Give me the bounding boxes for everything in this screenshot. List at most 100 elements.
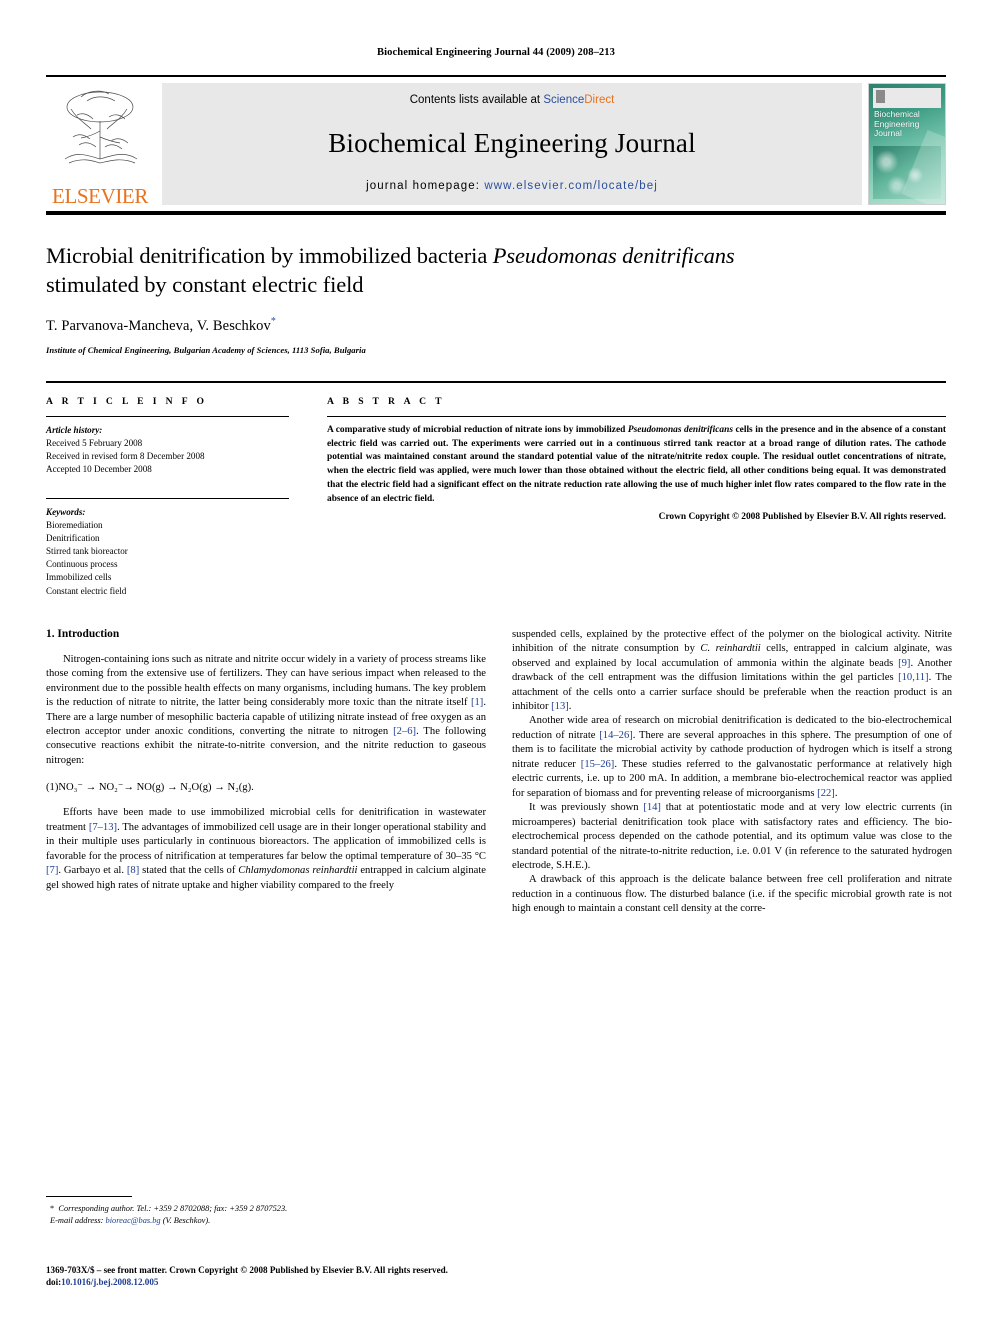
title-text-part1: Microbial denitrification by immobilized… — [46, 243, 493, 268]
keyword-item: Stirred tank bioreactor — [46, 546, 128, 557]
info-divider-middle — [46, 497, 289, 499]
abstract-part2: cells in the presence and in the absence… — [327, 424, 946, 504]
journal-homepage-line: journal homepage: www.elsevier.com/locat… — [366, 180, 658, 192]
abstract-column: A B S T R A C T A comparative study of m… — [327, 396, 946, 598]
p2-species-name: Chlamydomonas reinhardtii — [238, 865, 358, 877]
title-block: Microbial denitrification by immobilized… — [46, 241, 946, 355]
cover-logo-mark — [876, 90, 885, 103]
doi-label: doi: — [46, 1277, 62, 1287]
citation-ref[interactable]: [7–13] — [89, 822, 117, 833]
citation-ref[interactable]: [13] — [551, 701, 569, 712]
keyword-item: Bioremediation — [46, 519, 103, 530]
abstract-text: A comparative study of microbial reducti… — [327, 424, 946, 507]
citation-ref[interactable]: [9] — [898, 658, 910, 669]
journal-banner: Contents lists available at ScienceDirec… — [162, 83, 862, 205]
equation-1: (1)NO₃⁻ → NO₂⁻→ NO(g) → N₂O(g) → N₂(g). — [46, 782, 254, 794]
masthead-bottom-rule — [46, 211, 946, 215]
paragraph-intro-1: Nitrogen-containing ions such as nitrate… — [46, 653, 486, 769]
homepage-label: journal homepage: — [366, 180, 485, 192]
contents-label: Contents lists available at — [409, 94, 544, 106]
p5-text-a: It was previously shown — [529, 802, 644, 814]
paragraph-intro-3: suspended cells, explained by the protec… — [512, 628, 952, 715]
article-info-column: A R T I C L E I N F O Article history: R… — [46, 396, 289, 598]
homepage-url-link[interactable]: www.elsevier.com/locate/bej — [484, 180, 658, 192]
article-page: Biochemical Engineering Journal 44 (2009… — [0, 0, 992, 1323]
p2-text-c: . Garbayo et al. — [58, 865, 127, 877]
history-accepted: Accepted 10 December 2008 — [46, 464, 152, 475]
abstract-divider — [327, 415, 946, 417]
citation-ref[interactable]: [7] — [46, 865, 58, 876]
cover-title-text: Biochemical Engineering Journal — [874, 109, 920, 139]
keyword-item: Denitrification — [46, 532, 100, 543]
section-heading-introduction: 1. Introduction — [46, 627, 120, 640]
citation-ref[interactable]: [1] — [471, 697, 483, 708]
body-left-column: 1. Introduction Nitrogen-containing ions… — [46, 628, 486, 917]
body-right-column: suspended cells, explained by the protec… — [512, 628, 952, 917]
email-person: (V. Beschkov). — [162, 1215, 211, 1225]
sciencedirect-link-direct[interactable]: Direct — [584, 94, 614, 106]
title-species-name: Pseudomonas denitrificans — [492, 243, 735, 268]
article-history: Article history: Received 5 February 200… — [46, 424, 289, 477]
sciencedirect-link-science[interactable]: Science — [543, 94, 584, 106]
elsevier-tree-icon — [64, 90, 138, 164]
footnote-block: * Corresponding author. Tel.: +359 2 870… — [46, 1195, 486, 1227]
journal-cover-thumbnail: Biochemical Engineering Journal — [868, 83, 946, 205]
corresponding-author-note: * Corresponding author. Tel.: +359 2 870… — [46, 1203, 486, 1215]
citation-ref[interactable]: [14–26] — [599, 730, 633, 741]
citation-ref[interactable]: [10,11] — [898, 672, 929, 683]
email-note: E-mail address: bioreac@bas.bg (V. Besch… — [46, 1215, 486, 1227]
doi-line: doi:10.1016/j.bej.2008.12.005 — [46, 1277, 946, 1287]
footnote-mark: * — [50, 1203, 55, 1213]
keyword-item: Immobilized cells — [46, 572, 112, 583]
journal-title: Biochemical Engineering Journal — [328, 127, 696, 158]
p3-species-name: C. reinhardtii — [700, 643, 761, 655]
corresponding-author-mark[interactable]: * — [271, 316, 276, 327]
abstract-heading: A B S T R A C T — [327, 395, 445, 407]
paragraph-intro-6: A drawback of this approach is the delic… — [512, 874, 952, 915]
info-divider-top — [46, 415, 289, 417]
author-names: T. Parvanova-Mancheva, V. Beschkov — [46, 317, 271, 334]
keyword-item: Continuous process — [46, 559, 118, 570]
p2-text-d: stated that the cells of — [139, 865, 239, 877]
citation-ref[interactable]: [2–6] — [393, 726, 416, 737]
p3-text-e: . — [568, 701, 572, 713]
citation-ref[interactable]: [22] — [817, 788, 835, 799]
keyword-item: Constant electric field — [46, 585, 127, 596]
corresponding-author-text: Corresponding author. Tel.: +359 2 87020… — [58, 1203, 288, 1213]
p4-text-d: . — [834, 787, 838, 799]
article-info-heading: A R T I C L E I N F O — [46, 395, 208, 407]
abstract-copyright: Crown Copyright © 2008 Published by Else… — [658, 511, 946, 522]
running-head: Biochemical Engineering Journal 44 (2009… — [377, 47, 615, 58]
cover-photo — [873, 146, 941, 199]
citation-ref[interactable]: [8] — [127, 865, 139, 876]
sciencedirect-line: Contents lists available at ScienceDirec… — [410, 94, 615, 106]
abstract-part1: A comparative study of microbial reducti… — [327, 424, 628, 435]
elsevier-logo: ELSEVIER — [46, 81, 154, 209]
citation-ref[interactable]: [14] — [643, 802, 661, 813]
info-abstract-block: A R T I C L E I N F O Article history: R… — [46, 380, 946, 598]
journal-masthead: ELSEVIER Contents lists available at Sci… — [46, 75, 946, 215]
paragraph-intro-5: It was previously shown [14] that at pot… — [512, 801, 952, 873]
email-label: E-mail address: — [50, 1215, 104, 1225]
doi-link[interactable]: 10.1016/j.bej.2008.12.005 — [61, 1277, 158, 1287]
page-footer: 1369-703X/$ – see front matter. Crown Co… — [46, 1265, 946, 1287]
keywords-block: Keywords: Bioremediation Denitrification… — [46, 506, 289, 598]
p1-text-a: Nitrogen-containing ions such as nitrate… — [46, 653, 486, 709]
history-received: Received 5 February 2008 — [46, 438, 143, 449]
paragraph-intro-2: Efforts have been made to use immobilize… — [46, 806, 486, 893]
citation-ref[interactable]: [15–26] — [581, 759, 615, 770]
history-revised: Received in revised form 8 December 2008 — [46, 451, 205, 462]
cover-header-bar — [873, 88, 941, 108]
paragraph-intro-4: Another wide area of research on microbi… — [512, 714, 952, 801]
body-columns: 1. Introduction Nitrogen-containing ions… — [46, 628, 952, 917]
elsevier-wordmark: ELSEVIER — [52, 184, 148, 208]
email-link[interactable]: bioreac@bas.bg — [106, 1216, 161, 1225]
abstract-species-name: Pseudomonas denitrificans — [627, 424, 733, 435]
title-text-part2: stimulated by constant electric field — [46, 272, 364, 298]
affiliation: Institute of Chemical Engineering, Bulga… — [46, 344, 366, 355]
footnote-rule — [46, 1195, 132, 1197]
keywords-label: Keywords: — [46, 506, 86, 517]
page-title: Microbial denitrification by immobilized… — [46, 241, 946, 299]
article-history-label: Article history: — [46, 424, 103, 435]
